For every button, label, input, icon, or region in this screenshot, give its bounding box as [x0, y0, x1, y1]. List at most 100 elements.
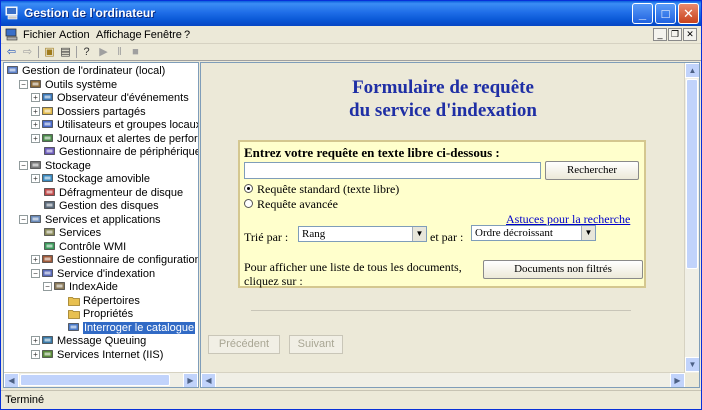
tree-item-label: Dossiers partagés — [57, 105, 146, 118]
radio-advanced-dot[interactable] — [244, 199, 253, 208]
maximize-button[interactable]: □ — [655, 3, 676, 24]
event-viewer-icon — [42, 93, 53, 101]
content-scroll-thumb[interactable] — [686, 79, 698, 269]
chevron-down-icon[interactable]: ▼ — [412, 227, 426, 241]
collapse-icon[interactable]: − — [19, 160, 28, 170]
unfiltered-documents-button[interactable]: Documents non filtrés — [483, 260, 643, 279]
radio-standard-query[interactable]: Requête standard (texte libre) — [244, 182, 399, 197]
radio-advanced-query[interactable]: Requête avancée — [244, 197, 338, 212]
tree-item[interactable]: Gestion des disques — [31, 200, 159, 213]
console-tree[interactable]: Gestion de l'ordinateur (local) − Outils s… — [3, 62, 199, 388]
tree-scroll-thumb[interactable] — [20, 374, 170, 386]
expand-icon[interactable]: + — [31, 174, 40, 183]
forward-icon[interactable]: ⇨ — [20, 45, 35, 59]
stop-icon[interactable]: ■ — [128, 45, 143, 59]
content-horizontal-scrollbar[interactable]: ◀ ▶ — [201, 372, 685, 387]
sort-by-value: Rang — [302, 228, 326, 240]
disk-management-icon — [44, 201, 55, 209]
minimize-button[interactable]: _ — [632, 3, 653, 24]
scroll-up-icon[interactable]: ▲ — [685, 63, 699, 78]
tree-item[interactable]: Gestionnaire de périphériques — [31, 146, 198, 159]
menu-fenetre[interactable]: Fenêtre — [144, 29, 182, 41]
tree-item[interactable]: + Observateur d'événements — [31, 92, 189, 105]
search-button[interactable]: Rechercher — [545, 161, 639, 180]
sort-by-select[interactable]: Rang ▼ — [298, 226, 427, 242]
scroll-right-icon[interactable]: ▶ — [183, 373, 198, 387]
chevron-down-icon[interactable]: ▼ — [581, 226, 595, 240]
menu-help[interactable]: ? — [184, 29, 190, 41]
query-input[interactable] — [244, 162, 541, 179]
tree-item[interactable]: + Dossiers partagés — [31, 106, 146, 119]
collapse-icon[interactable]: − — [19, 214, 28, 224]
scroll-left-icon[interactable]: ◀ — [4, 373, 19, 387]
window-title: Gestion de l'ordinateur — [24, 6, 155, 20]
tree-item[interactable]: + Utilisateurs et groupes locaux — [31, 119, 198, 132]
up-folder-icon[interactable]: ▣ — [42, 45, 57, 59]
tree-item[interactable]: Interroger le catalogue — [55, 321, 196, 335]
performance-icon — [42, 133, 53, 142]
collapse-icon[interactable]: − — [19, 79, 28, 89]
menu-affichage[interactable]: Affichage — [96, 29, 142, 41]
tree-item-label: Gestionnaire de configuration SQL Se — [57, 254, 199, 266]
tree-item[interactable]: − IndexAide — [43, 281, 118, 294]
toolbar-separator — [38, 46, 39, 58]
child-minimize-button[interactable]: _ — [653, 28, 667, 41]
toolbar: ⇦ ⇨ ▣ ▤ ? ▶ ‖ ■ — [1, 44, 701, 61]
back-icon[interactable]: ⇦ — [4, 45, 19, 59]
tree-horizontal-scrollbar[interactable]: ◀ ▶ — [4, 372, 198, 387]
expand-icon[interactable]: + — [31, 106, 40, 116]
expand-icon[interactable]: + — [31, 349, 40, 359]
tree-item[interactable]: − Stockage — [19, 160, 91, 173]
tree-item[interactable]: − Services et applications — [19, 214, 161, 227]
tree-item[interactable]: Répertoires — [55, 295, 140, 308]
close-button[interactable]: ✕ — [678, 3, 699, 24]
scroll-left-icon[interactable]: ◀ — [201, 373, 216, 387]
play-icon[interactable]: ▶ — [96, 45, 111, 59]
next-button[interactable]: Suivant — [289, 335, 343, 354]
expand-icon[interactable]: + — [31, 120, 40, 129]
scroll-right-icon[interactable]: ▶ — [670, 373, 685, 387]
then-by-select[interactable]: Ordre décroissant ▼ — [471, 225, 596, 241]
content-vertical-scrollbar[interactable]: ▲ ▼ — [684, 63, 699, 373]
tree-item[interactable]: Gestion de l'ordinateur (local) — [7, 65, 165, 78]
expand-icon[interactable]: + — [31, 255, 40, 264]
radio-standard-dot[interactable] — [244, 184, 253, 193]
divider — [251, 310, 631, 311]
menu-action[interactable]: Action — [59, 29, 90, 41]
help-icon[interactable]: ? — [79, 45, 94, 59]
tree-item[interactable]: + Message Queuing — [31, 335, 146, 348]
tree-item[interactable]: + Journaux et alertes de performance — [31, 133, 198, 146]
status-bar: Terminé — [1, 390, 701, 409]
expand-icon[interactable]: + — [31, 336, 40, 345]
device-manager-icon — [44, 147, 55, 155]
previous-button[interactable]: Précédent — [208, 335, 280, 354]
tree-item[interactable]: Propriétés — [55, 308, 133, 321]
computer-management-window: Gestion de l'ordinateur _ □ ✕ Fichier Ac… — [0, 0, 702, 410]
wmi-icon — [44, 241, 55, 250]
query-form: Entrez votre requête en texte libre ci-d… — [238, 140, 646, 288]
collapse-icon[interactable]: − — [31, 268, 40, 278]
expand-icon[interactable]: + — [31, 133, 40, 143]
child-restore-button[interactable]: ❐ — [668, 28, 682, 41]
scroll-down-icon[interactable]: ▼ — [685, 357, 699, 372]
tree-item[interactable]: Services — [31, 227, 101, 240]
tree-item[interactable]: − Outils système — [19, 79, 117, 92]
tree-item[interactable]: + Gestionnaire de configuration SQL Se — [31, 254, 199, 267]
menu-fichier[interactable]: Fichier — [23, 29, 56, 41]
tree-item[interactable]: Défragmenteur de disque — [31, 187, 183, 200]
expand-icon[interactable]: + — [31, 93, 40, 102]
pause-icon[interactable]: ‖ — [112, 45, 127, 59]
tree-item[interactable]: + Stockage amovible — [31, 173, 150, 186]
collapse-icon[interactable]: − — [43, 282, 52, 291]
folder-icon — [68, 296, 80, 306]
tree-item-label: Contrôle WMI — [59, 240, 127, 253]
message-queuing-icon — [42, 336, 53, 344]
tree-item[interactable]: − Service d'indexation — [31, 268, 155, 281]
console-icon[interactable] — [5, 28, 19, 41]
title-bar[interactable]: Gestion de l'ordinateur _ □ ✕ — [1, 1, 701, 26]
child-close-button[interactable]: ✕ — [683, 28, 697, 41]
tree-item[interactable]: Contrôle WMI — [31, 241, 126, 254]
tree-item[interactable]: + Services Internet (IIS) — [31, 349, 163, 362]
show-tree-icon[interactable]: ▤ — [58, 45, 73, 59]
status-text: Terminé — [5, 394, 45, 406]
